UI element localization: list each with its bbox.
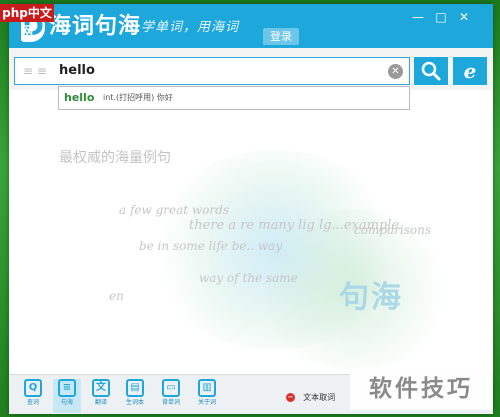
app-title: 海词句海 bbox=[49, 14, 142, 39]
ghost-text-line: way of the same bbox=[199, 271, 298, 285]
app-window: D 海词句海 学单词，用海词 登录 — □ ✕ ≡ ≡ ✕ e hello in… bbox=[9, 4, 493, 414]
app-slogan: 学单词，用海词 bbox=[141, 20, 240, 35]
about-icon: ▥ bbox=[198, 379, 216, 397]
tool-label: 查词 bbox=[26, 399, 39, 406]
brand-watermark-text: 句海 bbox=[339, 280, 403, 315]
stop-icon: − bbox=[286, 393, 295, 402]
tool-label: 句海 bbox=[60, 399, 73, 406]
ghost-text-line: be in some life be.. way bbox=[139, 239, 283, 253]
search-input[interactable] bbox=[59, 60, 359, 82]
ghost-text-line: en bbox=[109, 289, 124, 303]
memorize-icon: ▭ bbox=[162, 379, 180, 397]
search-bar: ≡ ≡ ✕ e bbox=[9, 48, 493, 90]
tool-translate[interactable]: 文 翻译 bbox=[87, 379, 115, 413]
content-headline: 最权威的海量例句 bbox=[59, 150, 171, 166]
search-box: ≡ ≡ ✕ bbox=[14, 57, 410, 85]
ghost-text-line: a few great words bbox=[119, 203, 229, 217]
search-button[interactable] bbox=[414, 57, 448, 85]
tool-label: 翻译 bbox=[94, 399, 107, 406]
vocab-book-icon: ▤ bbox=[126, 379, 144, 397]
tool-label: 关于词 bbox=[197, 399, 216, 406]
search-icon bbox=[421, 61, 441, 81]
tool-sentence[interactable]: ≡ 句海 bbox=[53, 379, 81, 413]
search-icon: Q bbox=[24, 379, 42, 397]
suggestion-word: hello bbox=[64, 91, 95, 104]
clear-icon[interactable]: ✕ bbox=[388, 64, 403, 79]
tool-label: 生词本 bbox=[125, 399, 144, 406]
tool-vocab-book[interactable]: ▤ 生词本 bbox=[121, 379, 149, 413]
php-watermark: php中文网 bbox=[0, 4, 54, 38]
tool-label: 背单词 bbox=[161, 399, 180, 406]
text-pick-label: 文本取词 bbox=[303, 392, 336, 402]
login-button[interactable]: 登录 bbox=[263, 28, 299, 45]
suggestion-definition: int.(打招呼用) 你好 bbox=[103, 93, 173, 102]
sentence-icon: ≡ bbox=[58, 379, 76, 397]
tips-watermark: 软件技巧 bbox=[350, 368, 492, 410]
suggestion-item[interactable]: hello int.(打招呼用) 你好 bbox=[58, 86, 410, 110]
ghost-text-line: comparisons bbox=[354, 223, 432, 237]
menu-icon[interactable]: ≡ ≡ bbox=[23, 64, 47, 78]
minimize-icon[interactable]: — bbox=[411, 10, 425, 24]
main-content: 最权威的海量例句 a few great words there a re ma… bbox=[9, 110, 493, 374]
tool-about[interactable]: ▥ 关于词 bbox=[193, 379, 221, 413]
tool-lookup[interactable]: Q 查词 bbox=[19, 379, 47, 413]
tool-memorize[interactable]: ▭ 背单词 bbox=[157, 379, 185, 413]
browser-icon[interactable]: e bbox=[453, 57, 487, 85]
title-bar: D 海词句海 学单词，用海词 登录 — □ ✕ bbox=[9, 4, 493, 48]
text-pick-toggle[interactable]: − 文本取词 bbox=[286, 387, 335, 406]
close-icon[interactable]: ✕ bbox=[457, 10, 471, 24]
translate-icon: 文 bbox=[92, 379, 110, 397]
maximize-icon[interactable]: □ bbox=[434, 10, 448, 24]
